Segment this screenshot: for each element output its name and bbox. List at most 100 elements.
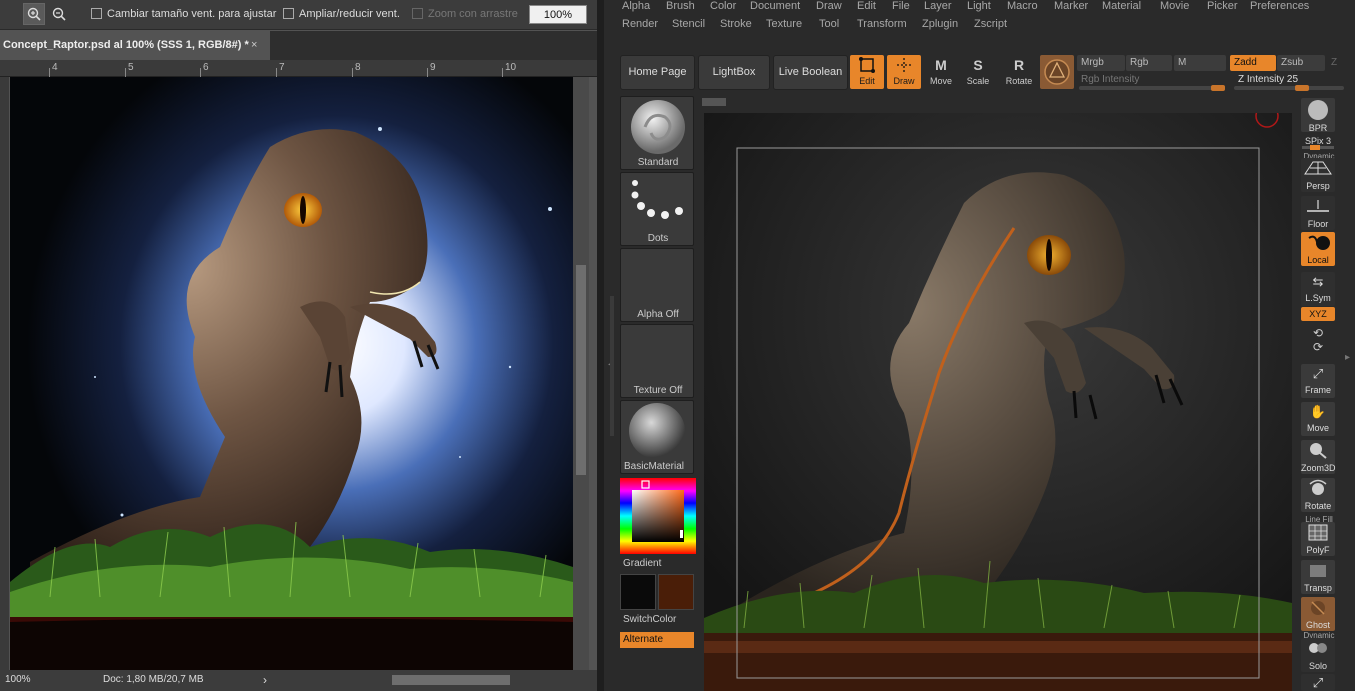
menu-preferences[interactable]: Preferences [1250, 0, 1309, 12]
document-tab-title: Concept_Raptor.psd al 100% (SSS 1, RGB/8… [3, 39, 249, 51]
ruler-number: 9 [430, 62, 436, 73]
brush-slot[interactable]: Standard [620, 96, 694, 170]
edit-button[interactable]: Edit [850, 55, 884, 89]
menu-transform[interactable]: Transform [857, 18, 907, 30]
lsym-button[interactable]: ⇆ L.Sym [1301, 272, 1335, 306]
switch-color-button[interactable]: SwitchColor [620, 614, 696, 628]
material-slot[interactable]: BasicMaterial [620, 400, 694, 474]
m-button[interactable]: M [1174, 55, 1226, 71]
color-picker[interactable] [620, 478, 696, 554]
move-button[interactable]: M Move [924, 55, 958, 89]
zoom-all-label: Ampliar/reducir vent. [299, 8, 400, 20]
zadd-button[interactable]: Zadd [1230, 55, 1276, 71]
persp-button[interactable]: Persp [1301, 158, 1335, 192]
gizmo-button[interactable] [1040, 55, 1074, 89]
secondary-color-swatch[interactable] [658, 574, 694, 610]
home-page-button[interactable]: Home Page [620, 55, 695, 90]
live-boolean-button[interactable]: Live Boolean [773, 55, 848, 90]
solo-button[interactable]: Solo [1301, 638, 1335, 672]
resize-windows-label: Cambiar tamaño vent. para ajustar [107, 8, 277, 20]
zsub-button[interactable]: Zsub [1277, 55, 1325, 71]
lightbox-button[interactable]: LightBox [698, 55, 770, 90]
document-tab[interactable]: Concept_Raptor.psd al 100% (SSS 1, RGB/8… [0, 31, 270, 60]
horizontal-scroll-thumb[interactable] [392, 675, 510, 685]
menu-macro[interactable]: Macro [1007, 0, 1038, 12]
menu-stroke[interactable]: Stroke [720, 18, 752, 30]
bpr-button[interactable]: BPR [1301, 98, 1335, 133]
z-button[interactable]: Z [1327, 55, 1343, 71]
vertical-scroll-thumb[interactable] [576, 265, 586, 475]
menu-movie[interactable]: Movie [1160, 0, 1189, 12]
menu-draw[interactable]: Draw [816, 0, 842, 12]
move-view-button[interactable]: ✋ Move [1301, 402, 1335, 436]
rotate-button[interactable]: R Rotate [1002, 55, 1036, 89]
menu-color[interactable]: Color [710, 0, 736, 12]
horizontal-ruler: 4 5 6 7 8 9 10 [0, 60, 597, 77]
menu-file[interactable]: File [892, 0, 910, 12]
zoom-in-button[interactable] [23, 3, 45, 25]
rgb-button[interactable]: Rgb [1126, 55, 1172, 71]
stroke-slot[interactable]: Dots [620, 172, 694, 246]
status-menu-arrow-icon[interactable]: › [263, 673, 267, 687]
frame-button[interactable]: ⤢ Frame [1301, 364, 1335, 398]
menu-texture[interactable]: Texture [766, 18, 802, 30]
floor-button[interactable]: Floor [1301, 196, 1335, 230]
menu-edit[interactable]: Edit [857, 0, 876, 12]
main-color-swatch[interactable] [620, 574, 656, 610]
alternate-button[interactable]: Alternate [620, 632, 694, 648]
scale-button[interactable]: S Scale [961, 55, 995, 89]
scrubby-zoom-checkbox[interactable] [412, 8, 423, 19]
gizmo-icon [1044, 59, 1070, 85]
rotate-axis-icon[interactable]: ⟲ ⟳ [1309, 326, 1327, 356]
zoom3d-button[interactable]: Zoom3D [1301, 440, 1336, 474]
spix-slider[interactable] [1302, 145, 1334, 150]
local-button[interactable]: Local [1301, 232, 1335, 266]
menu-light[interactable]: Light [967, 0, 991, 12]
menu-picker[interactable]: Picker [1207, 0, 1238, 12]
ghost-button[interactable]: Ghost [1301, 597, 1335, 631]
menu-document[interactable]: Document [750, 0, 800, 12]
draw-button[interactable]: Draw [887, 55, 921, 89]
menu-layer[interactable]: Layer [924, 0, 952, 12]
polyf-button[interactable]: PolyF [1301, 522, 1335, 556]
menu-alpha[interactable]: Alpha [622, 0, 650, 12]
rgb-intensity-slider[interactable] [1079, 85, 1225, 91]
menu-marker[interactable]: Marker [1054, 0, 1088, 12]
xyz-button[interactable]: XYZ [1301, 307, 1335, 321]
menu-stencil[interactable]: Stencil [672, 18, 705, 30]
top-shelf: Home Page LightBox Live Boolean Edit Dra… [604, 50, 1355, 94]
raptor-painting [10, 77, 573, 670]
status-zoom[interactable]: 100% [5, 674, 31, 685]
document-tab-handle[interactable] [702, 98, 726, 106]
vertical-scrollbar[interactable] [573, 77, 589, 670]
texture-slot[interactable]: Texture Off [620, 324, 694, 398]
transp-button[interactable]: Transp [1301, 560, 1335, 594]
menu-zscript[interactable]: Zscript [974, 18, 1007, 30]
zoom-percent-button[interactable]: 100% [529, 5, 587, 24]
right-tray-toggle-icon[interactable]: ▸ [1345, 348, 1351, 368]
ruler-number: 8 [355, 62, 361, 73]
expand-icon[interactable]: ⤢ [1301, 674, 1335, 691]
ruler-number: 4 [52, 62, 58, 73]
mrgb-button[interactable]: Mrgb [1077, 55, 1125, 71]
zoom-out-button[interactable] [48, 3, 70, 25]
rotate-view-icon [1309, 479, 1327, 495]
zoom-all-checkbox[interactable] [283, 8, 294, 19]
gradient-toggle[interactable]: Gradient [620, 558, 696, 572]
menu-brush[interactable]: Brush [666, 0, 695, 12]
zbrush-canvas[interactable] [704, 113, 1292, 691]
alpha-slot[interactable]: Alpha Off [620, 248, 694, 322]
menu-zplugin[interactable]: Zplugin [922, 18, 958, 30]
menu-material[interactable]: Material [1102, 0, 1141, 12]
resize-windows-checkbox[interactable] [91, 8, 102, 19]
floor-icon [1307, 200, 1329, 212]
left-tray-handle[interactable] [610, 296, 614, 436]
menu-render[interactable]: Render [622, 18, 658, 30]
z-intensity-slider[interactable] [1234, 85, 1344, 91]
close-tab-icon[interactable]: × [251, 31, 257, 60]
standard-brush-icon [631, 100, 685, 154]
menu-tool[interactable]: Tool [819, 18, 839, 30]
lsym-icon: ⇆ [1312, 274, 1324, 289]
document-canvas[interactable] [10, 77, 573, 670]
rotate-view-button[interactable]: Rotate [1301, 478, 1335, 512]
